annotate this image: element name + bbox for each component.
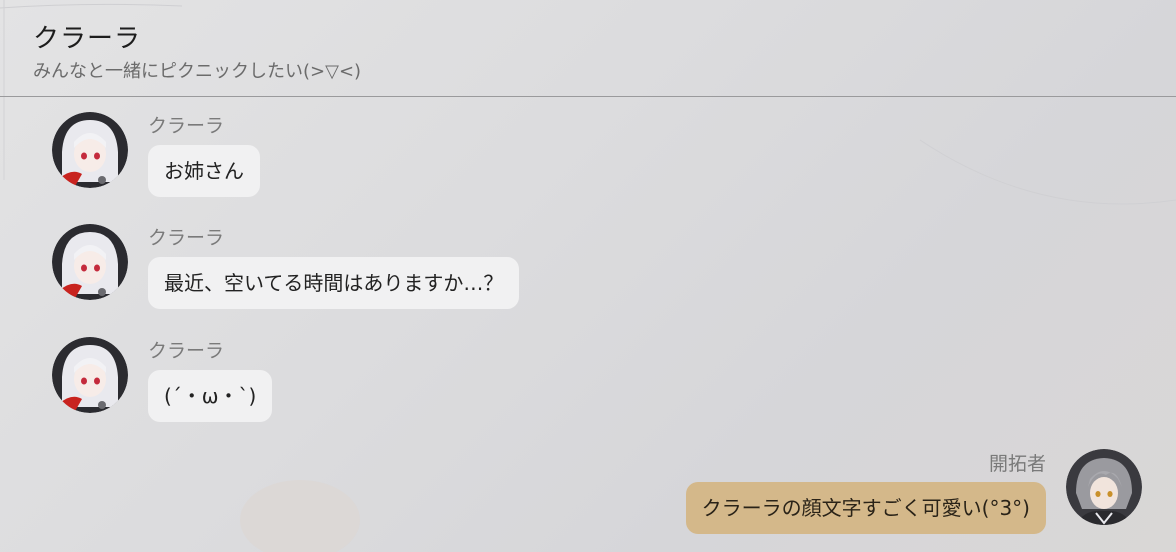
chat-title: クラーラ [33, 24, 142, 54]
message-bubble[interactable]: (´・ω・`) [148, 370, 273, 422]
clara-avatar-icon[interactable] [52, 224, 128, 300]
sender-name: クラーラ [148, 340, 225, 362]
trailblazer-avatar-icon[interactable] [1066, 449, 1142, 525]
sender-name: 開拓者 [988, 453, 1046, 475]
chat-header: クラーラ みんなと一緒にピクニックしたい(>▽<) [0, 0, 1176, 97]
sender-name: クラーラ [148, 115, 225, 137]
clara-avatar-icon[interactable] [52, 337, 128, 413]
sender-name: クラーラ [148, 227, 225, 249]
message-bubble[interactable]: 最近、空いてる時間はありますか…？ [148, 257, 520, 309]
message-bubble[interactable]: クラーラの顔文字すごく可愛い(°3°) [685, 482, 1046, 534]
clara-avatar-icon[interactable] [52, 112, 128, 188]
chat-subtitle: みんなと一緒にピクニックしたい(>▽<) [33, 61, 362, 82]
message-bubble[interactable]: お姉さん [148, 145, 260, 197]
